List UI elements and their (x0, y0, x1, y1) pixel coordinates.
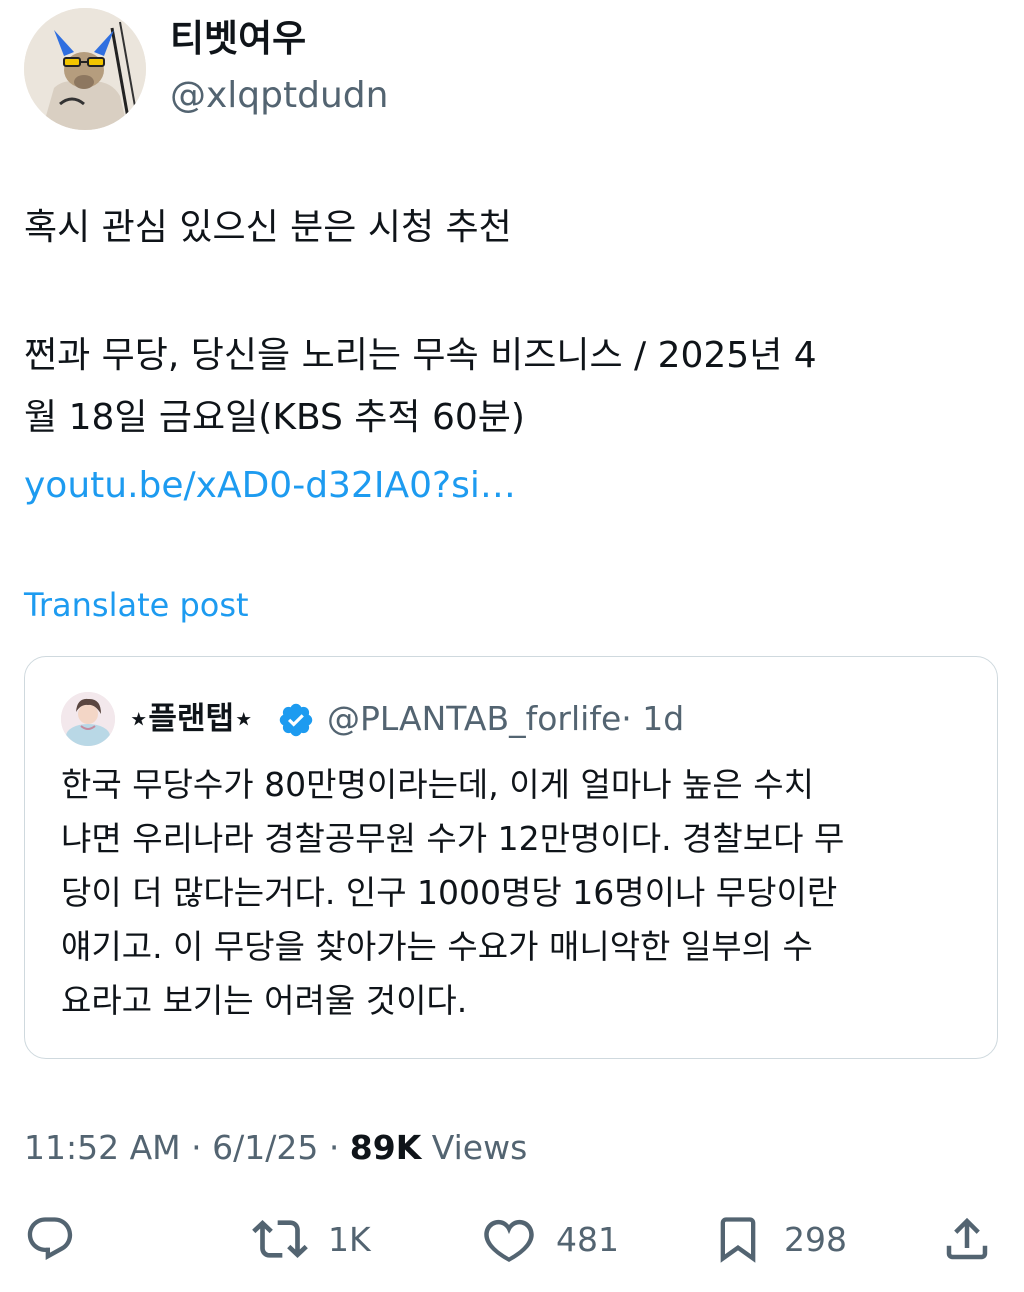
reply-button[interactable] (24, 1212, 76, 1266)
quoted-handle-text: @PLANTAB_forlife (327, 699, 622, 738)
verified-badge-icon (279, 703, 313, 737)
quoted-author-avatar[interactable] (61, 692, 115, 746)
retweet-button[interactable]: 1K (252, 1212, 371, 1266)
quoted-post-time: · 1d (621, 699, 685, 738)
bookmark-icon (720, 1217, 756, 1263)
portrait-avatar-image (61, 692, 115, 746)
translate-post-button[interactable]: Translate post (24, 582, 249, 628)
post-text-line: 쩐과 무당, 당신을 노리는 무속 비즈니스 / 2025년 4 (24, 335, 817, 376)
quoted-text-line: 한국 무당수가 80만명이라는데, 이게 얼마나 높은 수치 (61, 765, 814, 804)
post-meta: 11:52 AM · 6/1/25 · 89K Views (24, 1124, 527, 1172)
heart-icon (484, 1219, 534, 1262)
quoted-post-card[interactable]: ⋆플랜탭⋆ @PLANTAB_forlife· 1d 한국 무당수가 80만명이… (24, 656, 998, 1059)
author-handle[interactable]: @xlqptdudn (170, 72, 388, 120)
post-text-line: 월 18일 금요일(KBS 추적 60분) (24, 397, 525, 438)
fox-avatar-image (24, 8, 146, 130)
quoted-text-line: 요라고 보기는 어려울 것이다. (61, 981, 468, 1020)
like-button[interactable]: 481 (482, 1212, 619, 1266)
quoted-text-line: 당이 더 많다는거다. 인구 1000명당 16명이나 무당이란 (61, 873, 838, 912)
bookmark-count: 298 (784, 1219, 847, 1259)
post-link[interactable]: youtu.be/xAD0-d32IA0?si… (24, 456, 516, 516)
quoted-text-line: 냐면 우리나라 경찰공무원 수가 12만명이다. 경찰보다 무 (61, 819, 845, 858)
author-avatar[interactable] (24, 8, 146, 130)
like-count: 481 (556, 1219, 619, 1259)
quoted-author-name[interactable]: ⋆플랜탭⋆ (129, 697, 253, 741)
author-display-name[interactable]: 티벳여우 (170, 14, 306, 64)
reply-icon (27, 1217, 73, 1260)
post-timestamp[interactable]: 11:52 AM · 6/1/25 · (24, 1128, 350, 1167)
quoted-author-handle[interactable]: @PLANTAB_forlife· 1d (327, 697, 684, 741)
bookmark-button[interactable]: 298 (712, 1212, 847, 1266)
retweet-count: 1K (328, 1219, 371, 1259)
quoted-text-line: 얘기고. 이 무당을 찾아가는 수요가 매니악한 일부의 수 (61, 927, 813, 966)
post-text-line: 혹시 관심 있으신 분은 시청 추천 (24, 207, 512, 248)
views-label: Views (421, 1128, 528, 1167)
share-icon (946, 1217, 988, 1260)
retweet-icon (252, 1220, 308, 1258)
views-count: 89K (349, 1128, 422, 1167)
share-button[interactable] (940, 1212, 994, 1266)
